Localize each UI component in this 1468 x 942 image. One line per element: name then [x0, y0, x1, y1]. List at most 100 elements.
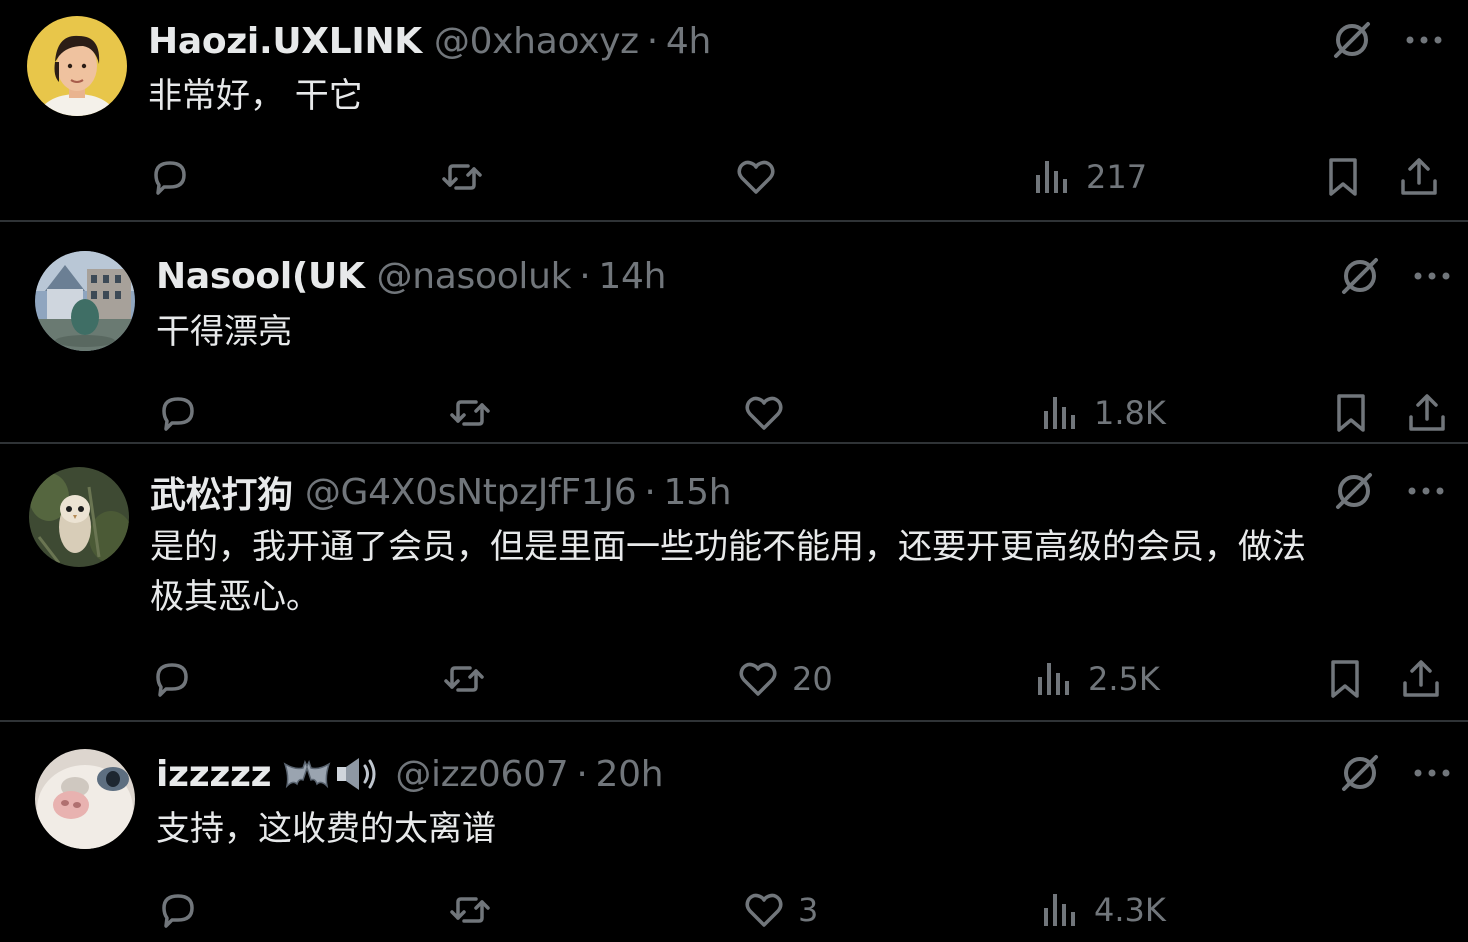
speaker-emoji	[337, 758, 376, 790]
timestamp[interactable]: 15h	[664, 472, 732, 513]
views-icon	[1036, 161, 1067, 193]
views-button[interactable]: 217	[1030, 152, 1147, 202]
avatar[interactable]	[29, 467, 129, 567]
retweet-button[interactable]	[448, 885, 504, 935]
bookmark-button[interactable]	[1329, 388, 1373, 438]
more-icon[interactable]	[1404, 469, 1448, 513]
grok-icon[interactable]	[1330, 18, 1374, 62]
like-button[interactable]	[742, 388, 798, 438]
reply-button[interactable]	[156, 885, 212, 935]
reply-icon	[156, 663, 188, 697]
timestamp[interactable]: 14h	[598, 256, 666, 297]
heart-icon	[737, 160, 775, 194]
more-icon[interactable]	[1402, 18, 1446, 62]
views-count: 217	[1086, 158, 1148, 196]
avatar[interactable]	[35, 251, 135, 351]
reply-icon	[154, 161, 186, 195]
separator-dot: ·	[579, 255, 591, 297]
views-icon	[1044, 894, 1075, 926]
display-name[interactable]: Nasool(UK	[156, 256, 365, 297]
tweet-header: Haozi.UXLINK @0xhaoxyz · 4h	[148, 16, 711, 66]
views-icon	[1038, 663, 1069, 695]
views-count: 4.3K	[1094, 891, 1166, 929]
display-name[interactable]: 武松打狗	[150, 466, 293, 518]
separator-dot: ·	[644, 471, 656, 513]
user-handle[interactable]: @0xhaoxyz	[434, 21, 639, 62]
avatar[interactable]	[27, 16, 127, 116]
share-icon	[1409, 394, 1445, 431]
share-button[interactable]	[1405, 388, 1449, 438]
views-button[interactable]: 4.3K	[1038, 885, 1166, 935]
tweet[interactable]: Haozi.UXLINK @0xhaoxyz · 4h 非常好， 干它 217	[0, 0, 1468, 222]
more-icon[interactable]	[1410, 751, 1454, 795]
timestamp[interactable]: 20h	[595, 754, 663, 795]
grok-icon[interactable]	[1338, 751, 1382, 795]
share-button[interactable]	[1397, 152, 1441, 202]
retweet-button[interactable]	[442, 654, 498, 704]
heart-icon	[739, 662, 777, 696]
tweet-text: 干得漂亮	[156, 312, 292, 352]
tweet-text: 是的，我开通了会员，但是里面一些功能不能用，还要开更高级的会员，做法 极其恶心。	[150, 527, 1306, 617]
separator-dot: ·	[576, 753, 588, 795]
timestamp[interactable]: 4h	[666, 21, 711, 62]
display-name[interactable]: izzzzz	[156, 754, 272, 795]
retweet-icon	[450, 897, 490, 923]
user-handle[interactable]: @G4X0sNtpzJfF1J6	[305, 472, 637, 513]
tweet-top-actions	[1338, 254, 1454, 298]
share-button[interactable]	[1399, 654, 1443, 704]
bookmark-button[interactable]	[1323, 654, 1367, 704]
grok-icon[interactable]	[1332, 469, 1376, 513]
like-count: 20	[792, 660, 833, 698]
reply-button[interactable]	[150, 654, 206, 704]
tweet[interactable]: izzzzz @izz0607 · 20h 支持，这收费的太离谱 3 4.3K	[0, 722, 1468, 942]
tweet[interactable]: 武松打狗 @G4X0sNtpzJfF1J6 · 15h 是的，我开通了会员，但是…	[0, 444, 1468, 722]
heart-icon	[745, 396, 783, 430]
separator-dot: ·	[646, 20, 658, 62]
like-button[interactable]: 20	[736, 654, 833, 704]
reply-icon	[162, 397, 194, 431]
action-bar: 3 4.3K	[156, 885, 1456, 935]
tweet-top-actions	[1338, 751, 1454, 795]
reply-icon	[162, 894, 194, 928]
tweet-text: 支持，这收费的太离谱	[156, 809, 496, 849]
action-bar: 20 2.5K	[150, 654, 1450, 704]
views-count: 2.5K	[1088, 660, 1160, 698]
views-button[interactable]: 2.5K	[1032, 654, 1160, 704]
avatar[interactable]	[35, 749, 135, 849]
action-bar: 1.8K	[156, 388, 1456, 438]
like-button[interactable]: 3	[742, 885, 818, 935]
user-handle[interactable]: @izz0607	[395, 754, 568, 795]
retweet-button[interactable]	[448, 388, 504, 438]
user-handle[interactable]: @nasooluk	[377, 256, 572, 297]
retweet-button[interactable]	[440, 152, 496, 202]
action-bar: 217	[148, 152, 1448, 202]
reply-feed: Haozi.UXLINK @0xhaoxyz · 4h 非常好， 干它 217 …	[0, 0, 1468, 942]
bookmark-button[interactable]	[1321, 152, 1365, 202]
grok-icon[interactable]	[1338, 254, 1382, 298]
share-icon	[1401, 158, 1437, 195]
views-icon	[1044, 397, 1075, 429]
tweet-header: 武松打狗 @G4X0sNtpzJfF1J6 · 15h	[150, 466, 732, 518]
bat-emoji	[283, 760, 331, 789]
bookmark-icon	[1337, 394, 1365, 432]
more-icon[interactable]	[1410, 254, 1454, 298]
tweet-header: izzzzz @izz0607 · 20h	[156, 749, 664, 799]
bookmark-icon	[1329, 158, 1357, 196]
retweet-icon	[442, 164, 482, 190]
reply-button[interactable]	[148, 152, 204, 202]
like-button[interactable]	[734, 152, 790, 202]
views-count: 1.8K	[1094, 394, 1166, 432]
like-count: 3	[798, 891, 819, 929]
tweet[interactable]: Nasool(UK @nasooluk · 14h 干得漂亮 1.8K	[0, 222, 1468, 444]
reply-button[interactable]	[156, 388, 212, 438]
retweet-icon	[450, 400, 490, 426]
tweet-text: 非常好， 干它	[148, 76, 363, 116]
bookmark-icon	[1331, 660, 1359, 698]
views-button[interactable]: 1.8K	[1038, 388, 1166, 438]
display-name[interactable]: Haozi.UXLINK	[148, 21, 422, 62]
tweet-top-actions	[1330, 18, 1446, 62]
tweet-top-actions	[1332, 469, 1448, 513]
heart-icon	[745, 893, 783, 927]
share-icon	[1403, 660, 1439, 697]
name-emojis	[283, 754, 381, 794]
